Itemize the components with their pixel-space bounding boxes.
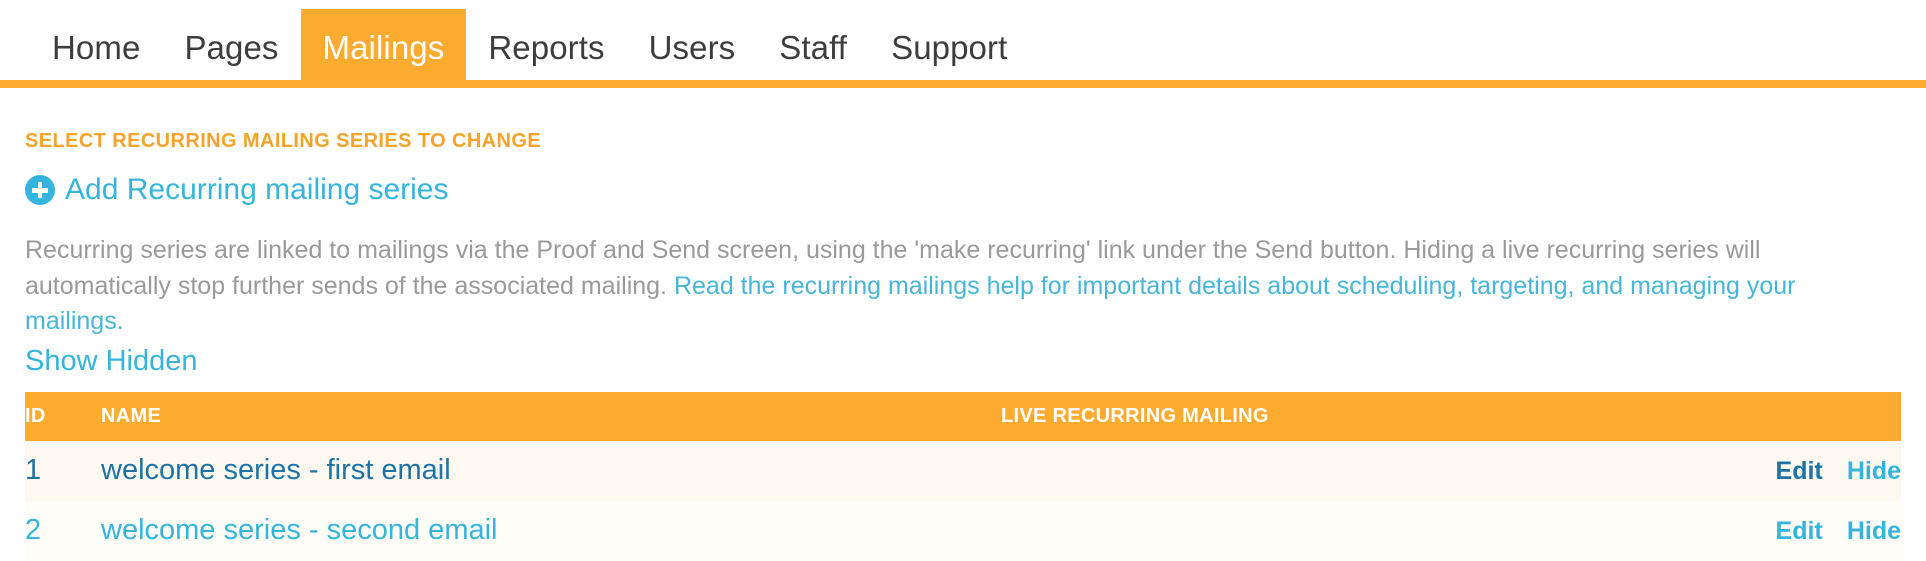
description-text: Recurring series are linked to mailings … bbox=[25, 233, 1901, 340]
row-hide-link[interactable]: Hide bbox=[1847, 517, 1901, 545]
table-row[interactable]: 1 welcome series - first email Edit Hide bbox=[25, 440, 1901, 501]
row-name-link[interactable]: welcome series - second email bbox=[101, 514, 497, 546]
table-row[interactable]: 2 welcome series - second email Edit Hid… bbox=[25, 500, 1901, 561]
column-header-live-recurring-mailing[interactable]: LIVE RECURRING MAILING bbox=[1001, 391, 1701, 441]
row-id-link[interactable]: 2 bbox=[25, 514, 41, 546]
tab-mailings[interactable]: Mailings bbox=[300, 9, 467, 80]
row-actions-cell: Edit Hide bbox=[1701, 501, 1901, 561]
nav-tab-list: Home Pages Mailings Reports Users Staff … bbox=[0, 0, 1926, 80]
table-header: ID NAME LIVE RECURRING MAILING bbox=[25, 391, 1901, 441]
page-title: SELECT RECURRING MAILING SERIES TO CHANG… bbox=[25, 130, 542, 152]
tab-users[interactable]: Users bbox=[627, 17, 758, 80]
row-edit-link[interactable]: Edit bbox=[1776, 517, 1823, 545]
plus-circle-icon bbox=[25, 175, 55, 205]
main-content: SELECT RECURRING MAILING SERIES TO CHANG… bbox=[0, 130, 1926, 561]
row-id-cell: 1 bbox=[25, 441, 101, 501]
row-id-cell: 2 bbox=[25, 501, 101, 561]
tab-support[interactable]: Support bbox=[869, 17, 1029, 80]
row-live-cell bbox=[1001, 501, 1701, 561]
row-name-cell: welcome series - second email bbox=[101, 501, 1001, 561]
tab-pages[interactable]: Pages bbox=[162, 17, 300, 80]
show-hidden-link[interactable]: Show Hidden bbox=[25, 345, 198, 378]
column-header-actions bbox=[1701, 391, 1901, 441]
row-live-cell bbox=[1001, 441, 1701, 501]
row-hide-link[interactable]: Hide bbox=[1847, 457, 1901, 485]
table-header-row: ID NAME LIVE RECURRING MAILING bbox=[25, 391, 1901, 441]
recurring-series-table: ID NAME LIVE RECURRING MAILING 1 welcome… bbox=[25, 391, 1901, 561]
row-actions-cell: Edit Hide bbox=[1701, 441, 1901, 501]
column-header-name[interactable]: NAME bbox=[101, 391, 1001, 441]
add-recurring-series-link[interactable]: Add Recurring mailing series bbox=[65, 175, 449, 205]
add-recurring-series-row[interactable]: Add Recurring mailing series bbox=[25, 175, 1901, 205]
top-navigation: Home Pages Mailings Reports Users Staff … bbox=[0, 0, 1926, 88]
tab-home[interactable]: Home bbox=[30, 17, 162, 80]
table-body: 1 welcome series - first email Edit Hide… bbox=[25, 440, 1901, 561]
row-edit-link[interactable]: Edit bbox=[1776, 457, 1823, 485]
row-name-link[interactable]: welcome series - first email bbox=[101, 454, 451, 486]
tab-reports[interactable]: Reports bbox=[466, 17, 626, 80]
row-name-cell: welcome series - first email bbox=[101, 441, 1001, 501]
column-header-id[interactable]: ID bbox=[25, 391, 101, 441]
nav-accent-bar bbox=[0, 80, 1926, 88]
tab-staff[interactable]: Staff bbox=[757, 17, 869, 80]
row-id-link[interactable]: 1 bbox=[25, 454, 41, 486]
